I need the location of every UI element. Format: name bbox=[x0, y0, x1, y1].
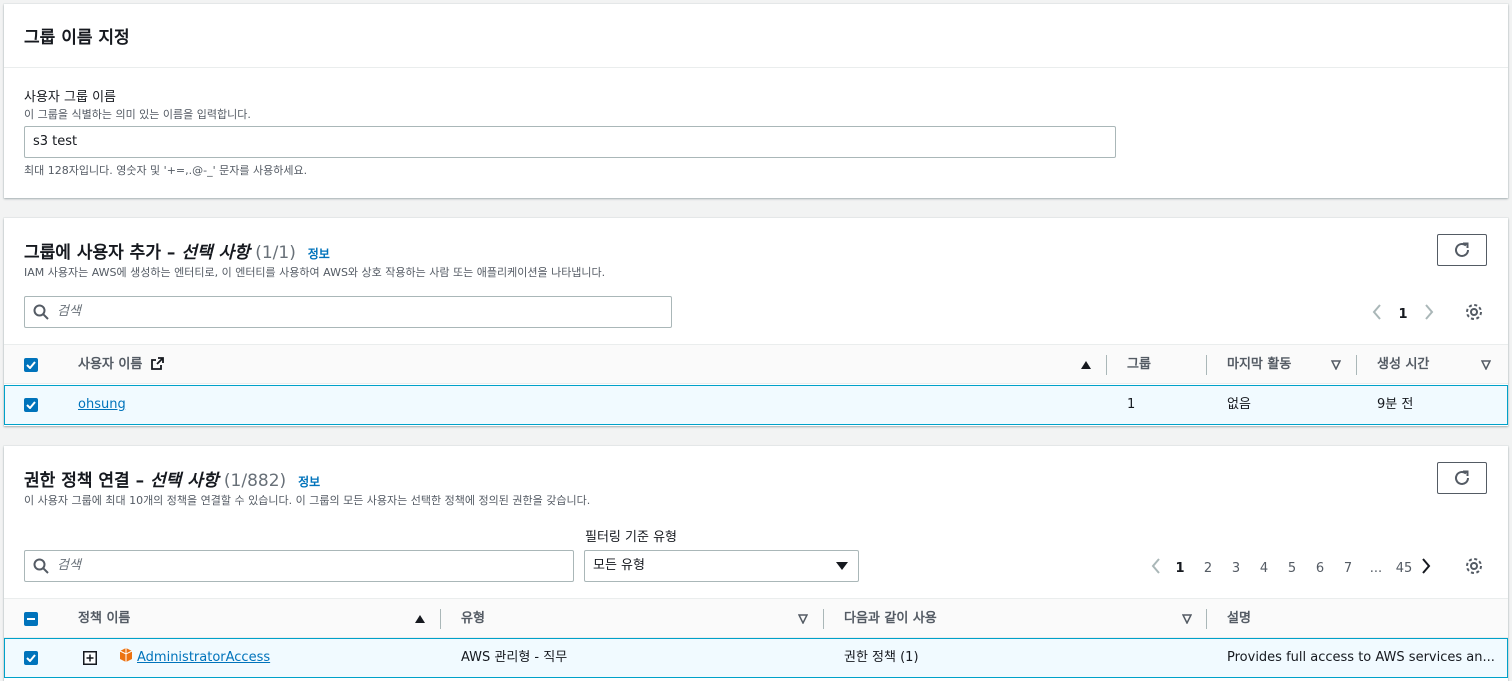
page-number[interactable]: 1 bbox=[1385, 307, 1421, 322]
policy-name-link[interactable]: AdministratorAccess bbox=[137, 639, 270, 677]
attach-policies-title-text: 권한 정책 연결 bbox=[24, 471, 130, 491]
user-pagination: 1 bbox=[1369, 304, 1437, 324]
column-description[interactable]: 설명 bbox=[1227, 599, 1251, 639]
page-7[interactable]: 7 bbox=[1334, 561, 1362, 576]
search-icon bbox=[33, 558, 49, 574]
group-name-input[interactable]: s3 test bbox=[24, 126, 1116, 158]
column-type[interactable]: 유형 bbox=[461, 599, 485, 639]
policy-search-input[interactable]: 검색 bbox=[24, 550, 574, 582]
optional-label: 선택 사항 bbox=[181, 243, 250, 263]
sort-icon[interactable] bbox=[1331, 360, 1341, 370]
filter-type-value: 모든 유형 bbox=[593, 558, 645, 573]
group-name-panel: 그룹 이름 지정 사용자 그룹 이름 이 그룹을 식별하는 의미 있는 이름을 … bbox=[4, 4, 1508, 198]
refresh-icon bbox=[1455, 470, 1469, 485]
page-5[interactable]: 5 bbox=[1278, 561, 1306, 576]
expand-row-icon[interactable] bbox=[83, 651, 97, 665]
title-dash: – bbox=[129, 471, 151, 491]
column-divider bbox=[440, 609, 441, 629]
optional-label: 선택 사항 bbox=[150, 471, 219, 491]
policy-used-as: 권한 정책 (1) bbox=[844, 650, 919, 665]
row-checkbox[interactable] bbox=[24, 651, 38, 665]
column-divider bbox=[1206, 609, 1207, 629]
selection-count: (1/882) bbox=[218, 471, 287, 491]
attach-policies-title: 권한 정책 연결 – 선택 사항 (1/882) 정보 bbox=[24, 466, 320, 491]
column-user-name[interactable]: 사용자 이름 bbox=[78, 345, 164, 385]
next-page-icon[interactable] bbox=[1418, 558, 1434, 578]
policy-description: Provides full access to AWS services an.… bbox=[1227, 650, 1495, 665]
column-policy-name[interactable]: 정책 이름 bbox=[78, 599, 130, 639]
external-link-icon bbox=[150, 357, 164, 370]
policies-table-header: 정책 이름 유형 다음과 같이 사용 설명 bbox=[4, 598, 1508, 638]
table-row[interactable]: ohsung 1 없음 9분 전 bbox=[4, 385, 1508, 425]
sort-ascending-icon[interactable] bbox=[1081, 360, 1091, 370]
user-name-link[interactable]: ohsung bbox=[78, 386, 126, 424]
group-name-header: 그룹 이름 지정 bbox=[4, 4, 1508, 68]
column-last-activity[interactable]: 마지막 활동 bbox=[1227, 345, 1291, 385]
table-row[interactable]: AdministratorAccess AWS 관리형 - 직무 권한 정책 (… bbox=[4, 638, 1508, 678]
policy-type: AWS 관리형 - 직무 bbox=[461, 650, 568, 665]
search-placeholder: 검색 bbox=[57, 304, 81, 319]
group-name-constraint: 최대 128자입니다. 영숫자 및 '+=,.@-_' 문자를 사용하세요. bbox=[24, 164, 308, 177]
caret-down-icon bbox=[836, 562, 848, 570]
page-2[interactable]: 2 bbox=[1194, 561, 1222, 576]
column-divider bbox=[1206, 355, 1207, 375]
settings-gear-icon[interactable] bbox=[1464, 556, 1484, 576]
info-link[interactable]: 정보 bbox=[308, 247, 330, 261]
aws-managed-policy-icon bbox=[119, 648, 133, 662]
prev-page-icon[interactable] bbox=[1369, 304, 1385, 324]
column-divider bbox=[823, 609, 824, 629]
add-users-title-text: 그룹에 사용자 추가 bbox=[24, 243, 161, 263]
page-45[interactable]: 45 bbox=[1390, 561, 1418, 576]
title-dash: – bbox=[160, 243, 182, 263]
user-groups: 1 bbox=[1127, 397, 1136, 412]
page-1[interactable]: 1 bbox=[1166, 561, 1194, 576]
user-last-activity: 없음 bbox=[1227, 397, 1251, 412]
filter-type-select[interactable]: 모든 유형 bbox=[584, 550, 859, 582]
refresh-button[interactable] bbox=[1437, 234, 1487, 266]
column-used-as[interactable]: 다음과 같이 사용 bbox=[844, 599, 937, 639]
policy-pagination: 1 2 3 4 5 6 7 ... 45 bbox=[1146, 558, 1434, 578]
users-table-header: 사용자 이름 그룹 마지막 활동 생성 시간 bbox=[4, 344, 1508, 384]
selection-count: (1/1) bbox=[249, 243, 296, 263]
sort-icon[interactable] bbox=[1182, 614, 1192, 624]
info-link[interactable]: 정보 bbox=[298, 475, 320, 489]
page-ellipsis: ... bbox=[1369, 560, 1383, 576]
column-divider bbox=[1356, 355, 1357, 375]
user-created: 9분 전 bbox=[1377, 397, 1414, 412]
row-checkbox[interactable] bbox=[24, 398, 38, 412]
select-all-checkbox[interactable] bbox=[24, 358, 38, 372]
page-6[interactable]: 6 bbox=[1306, 561, 1334, 576]
settings-gear-icon[interactable] bbox=[1464, 302, 1484, 322]
column-user-name-label: 사용자 이름 bbox=[78, 357, 143, 372]
column-groups[interactable]: 그룹 bbox=[1127, 345, 1151, 385]
column-created[interactable]: 생성 시간 bbox=[1377, 345, 1429, 385]
refresh-button[interactable] bbox=[1437, 462, 1487, 494]
filter-type-label: 필터링 기준 유형 bbox=[585, 530, 677, 545]
column-divider bbox=[1106, 355, 1107, 375]
attach-policies-panel: 권한 정책 연결 – 선택 사항 (1/882) 정보 이 사용자 그룹에 최대… bbox=[4, 446, 1508, 681]
refresh-icon bbox=[1455, 242, 1469, 257]
add-users-description: IAM 사용자는 AWS에 생성하는 엔터티로, 이 엔터티를 사용하여 AWS… bbox=[24, 266, 606, 279]
group-name-label: 사용자 그룹 이름 bbox=[24, 90, 116, 105]
add-users-title: 그룹에 사용자 추가 – 선택 사항 (1/1) 정보 bbox=[24, 238, 330, 263]
search-icon bbox=[33, 304, 49, 320]
next-page-icon[interactable] bbox=[1421, 304, 1437, 324]
attach-policies-description: 이 사용자 그룹에 최대 10개의 정책을 연결할 수 있습니다. 이 그룹의 … bbox=[24, 494, 591, 507]
prev-page-icon[interactable] bbox=[1146, 558, 1166, 578]
select-all-checkbox[interactable] bbox=[24, 612, 38, 626]
group-name-description: 이 그룹을 식별하는 의미 있는 이름을 입력합니다. bbox=[24, 108, 251, 121]
page-4[interactable]: 4 bbox=[1250, 561, 1278, 576]
sort-icon[interactable] bbox=[1481, 360, 1491, 370]
page-3[interactable]: 3 bbox=[1222, 561, 1250, 576]
sort-icon[interactable] bbox=[798, 614, 808, 624]
add-users-panel: 그룹에 사용자 추가 – 선택 사항 (1/1) 정보 IAM 사용자는 AWS… bbox=[4, 218, 1508, 426]
user-search-input[interactable]: 검색 bbox=[24, 296, 672, 328]
group-name-title: 그룹 이름 지정 bbox=[24, 28, 130, 48]
sort-ascending-icon[interactable] bbox=[415, 614, 425, 624]
search-placeholder: 검색 bbox=[57, 558, 81, 573]
